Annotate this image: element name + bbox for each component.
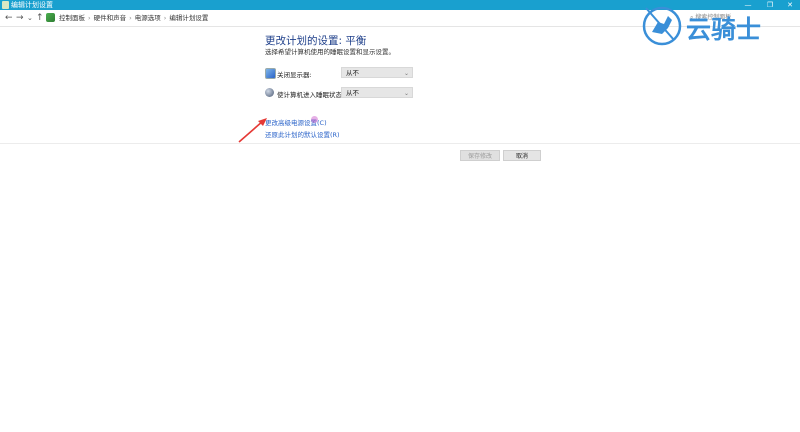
breadcrumb: 控制面板 › 硬件和声音 › 电源选项 › 编辑计划设置 xyxy=(59,12,208,24)
window-title: 编辑计划设置 xyxy=(11,1,53,9)
control-panel-icon xyxy=(46,13,55,22)
moon-icon xyxy=(265,88,274,97)
breadcrumb-separator: › xyxy=(88,14,91,22)
breadcrumb-separator: › xyxy=(129,14,132,22)
forward-button[interactable]: → xyxy=(16,12,24,24)
save-changes-button[interactable]: 保存修改 xyxy=(460,150,500,161)
app-icon xyxy=(2,1,9,9)
divider xyxy=(0,143,800,144)
breadcrumb-item[interactable]: 编辑计划设置 xyxy=(169,14,208,22)
annotation-arrow-icon xyxy=(238,118,267,143)
display-off-value: 从不 xyxy=(346,69,359,77)
restore-defaults-link[interactable]: 还原此计划的默认设置(R) xyxy=(265,129,340,139)
sleep-label: 使计算机进入睡眠状态: xyxy=(277,91,345,99)
chevron-down-icon: ⌄ xyxy=(403,70,409,77)
sleep-value: 从不 xyxy=(346,89,359,97)
display-off-select[interactable]: 从不 ⌄ xyxy=(341,67,413,78)
back-button[interactable]: ← xyxy=(5,12,13,24)
cursor-icon xyxy=(311,116,318,123)
watermark: 云骑士 xyxy=(636,2,796,50)
chevron-down-icon: ⌄ xyxy=(403,90,409,97)
breadcrumb-item[interactable]: 控制面板 xyxy=(59,14,85,22)
breadcrumb-separator: › xyxy=(163,14,167,22)
display-off-label: 关闭显示器: xyxy=(277,71,312,79)
monitor-icon xyxy=(265,68,276,79)
breadcrumb-item[interactable]: 电源选项 xyxy=(135,14,161,22)
knight-logo-icon xyxy=(642,6,682,46)
up-button[interactable]: ↑ xyxy=(36,12,44,24)
page-subtitle: 选择希望计算机使用的睡眠设置和显示设置。 xyxy=(265,48,395,56)
cancel-button[interactable]: 取消 xyxy=(503,150,541,161)
watermark-text: 云骑士 xyxy=(686,15,762,44)
breadcrumb-item[interactable]: 硬件和声音 xyxy=(94,14,127,22)
recent-locations-button[interactable]: ⌄ xyxy=(27,12,33,24)
sleep-select[interactable]: 从不 ⌄ xyxy=(341,87,413,98)
